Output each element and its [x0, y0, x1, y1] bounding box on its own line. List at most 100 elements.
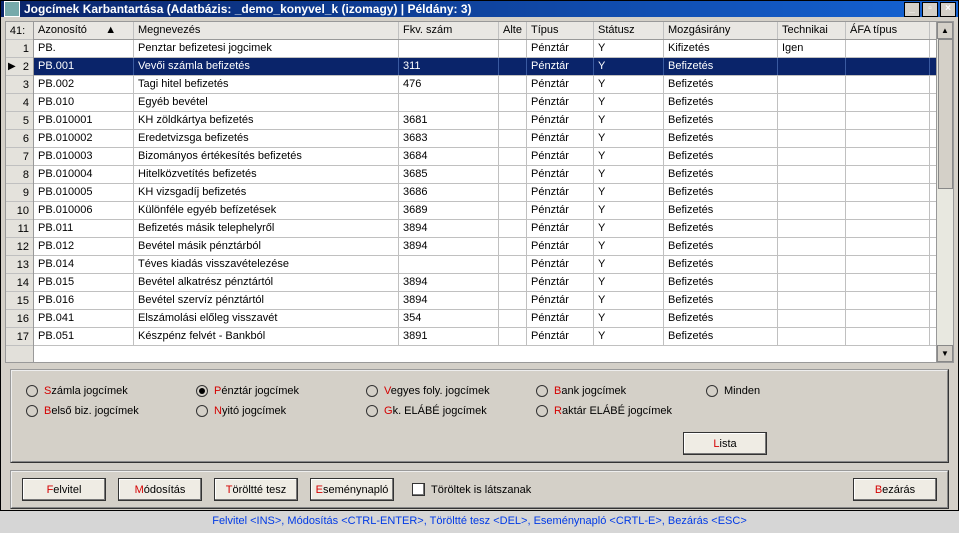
cell[interactable]: [778, 76, 846, 93]
cell[interactable]: KH zöldkártya befizetés: [134, 112, 399, 129]
row-header[interactable]: 13: [6, 256, 33, 274]
cell[interactable]: [778, 112, 846, 129]
cell[interactable]: [778, 166, 846, 183]
col-mozgasirany[interactable]: Mozgásirány: [664, 22, 778, 39]
col-tipus[interactable]: Típus: [527, 22, 594, 39]
table-row[interactable]: PB.010005KH vizsgadíj befizetés3686Pénzt…: [34, 184, 936, 202]
cell[interactable]: [846, 310, 930, 327]
cell[interactable]: 3891: [399, 328, 499, 345]
cell[interactable]: Befizetés: [664, 58, 778, 75]
felvitel-button[interactable]: Felvitel: [22, 478, 106, 501]
cell[interactable]: Bizományos értékesítés befizetés: [134, 148, 399, 165]
cell[interactable]: PB.010004: [34, 166, 134, 183]
cell[interactable]: Y: [594, 94, 664, 111]
cell[interactable]: [778, 274, 846, 291]
cell[interactable]: PB.010006: [34, 202, 134, 219]
cell[interactable]: [499, 94, 527, 111]
cell[interactable]: Y: [594, 148, 664, 165]
col-azonosito[interactable]: Azonosító ▲: [34, 22, 134, 39]
cell[interactable]: Y: [594, 292, 664, 309]
cell[interactable]: [499, 130, 527, 147]
cell[interactable]: Befizetés: [664, 76, 778, 93]
row-header[interactable]: 14: [6, 274, 33, 292]
table-row[interactable]: PB.001Vevői számla befizetés311PénztárYB…: [34, 58, 936, 76]
cell[interactable]: PB.002: [34, 76, 134, 93]
cell[interactable]: [778, 58, 846, 75]
cell[interactable]: Befizetés: [664, 112, 778, 129]
scroll-thumb[interactable]: [938, 39, 953, 189]
cell[interactable]: [846, 58, 930, 75]
cell[interactable]: PB.010005: [34, 184, 134, 201]
cell[interactable]: [499, 202, 527, 219]
cell[interactable]: [499, 256, 527, 273]
cell[interactable]: Bevétel szervíz pénztártól: [134, 292, 399, 309]
cell[interactable]: [846, 76, 930, 93]
cell[interactable]: Befizetés: [664, 274, 778, 291]
cell[interactable]: 3894: [399, 292, 499, 309]
cell[interactable]: [778, 220, 846, 237]
table-row[interactable]: PB.041Elszámolási előleg visszavét354Pén…: [34, 310, 936, 328]
cell[interactable]: [499, 184, 527, 201]
cell[interactable]: Különféle egyéb befízetések: [134, 202, 399, 219]
cell[interactable]: 476: [399, 76, 499, 93]
row-header[interactable]: 1: [6, 40, 33, 58]
cell[interactable]: KH vizsgadíj befizetés: [134, 184, 399, 201]
cell[interactable]: Pénztár: [527, 148, 594, 165]
cell[interactable]: [499, 292, 527, 309]
row-header[interactable]: 10: [6, 202, 33, 220]
row-header[interactable]: 12: [6, 238, 33, 256]
cell[interactable]: Pénztár: [527, 76, 594, 93]
cell[interactable]: Igen: [778, 40, 846, 57]
cell[interactable]: PB.014: [34, 256, 134, 273]
scroll-up-icon[interactable]: ▲: [937, 22, 953, 39]
cell[interactable]: [778, 256, 846, 273]
radio-minden[interactable]: Minden: [706, 381, 796, 401]
row-header[interactable]: 9: [6, 184, 33, 202]
radio-penztar[interactable]: Pénztár jogcímek: [196, 381, 366, 401]
maximize-button[interactable]: ▫: [922, 2, 938, 17]
cell[interactable]: Y: [594, 238, 664, 255]
cell[interactable]: [846, 166, 930, 183]
cell[interactable]: Egyéb bevétel: [134, 94, 399, 111]
cell[interactable]: [778, 328, 846, 345]
cell[interactable]: [778, 238, 846, 255]
cell[interactable]: 354: [399, 310, 499, 327]
cell[interactable]: Bevétel másik pénztárból: [134, 238, 399, 255]
cell[interactable]: Pénztár: [527, 310, 594, 327]
table-row[interactable]: PB.010004Hitelközvetítés befizetés3685Pé…: [34, 166, 936, 184]
cell[interactable]: [499, 220, 527, 237]
cell[interactable]: [778, 148, 846, 165]
cell[interactable]: Pénztár: [527, 256, 594, 273]
table-row[interactable]: PB.Penztar befizetesi jogcimekPénztárYKi…: [34, 40, 936, 58]
radio-gk[interactable]: Gk. ELÁBÉ jogcímek: [366, 401, 536, 421]
cell[interactable]: Pénztár: [527, 220, 594, 237]
cell[interactable]: Készpénz felvét - Bankból: [134, 328, 399, 345]
vertical-scrollbar[interactable]: ▲ ▼: [936, 22, 953, 362]
cell[interactable]: [499, 58, 527, 75]
cell[interactable]: Befizetés: [664, 256, 778, 273]
cell[interactable]: [499, 166, 527, 183]
cell[interactable]: Befizetés: [664, 130, 778, 147]
cell[interactable]: Y: [594, 40, 664, 57]
cell[interactable]: Befizetés: [664, 328, 778, 345]
cell[interactable]: Pénztár: [527, 112, 594, 129]
cell[interactable]: [778, 130, 846, 147]
cell[interactable]: Befizetés: [664, 220, 778, 237]
row-header[interactable]: 3: [6, 76, 33, 94]
row-header[interactable]: 5: [6, 112, 33, 130]
cell[interactable]: Y: [594, 202, 664, 219]
cell[interactable]: Bevétel alkatrész pénztártól: [134, 274, 399, 291]
cell[interactable]: 3689: [399, 202, 499, 219]
cell[interactable]: Pénztár: [527, 184, 594, 201]
cell[interactable]: [778, 184, 846, 201]
cell[interactable]: Y: [594, 130, 664, 147]
cell[interactable]: 3894: [399, 220, 499, 237]
col-afatipus[interactable]: ÁFA típus: [846, 22, 930, 39]
cell[interactable]: Y: [594, 58, 664, 75]
cell[interactable]: [846, 220, 930, 237]
table-row[interactable]: PB.012Bevétel másik pénztárból3894Pénztá…: [34, 238, 936, 256]
radio-nyito[interactable]: Nyitó jogcímek: [196, 401, 366, 421]
cell[interactable]: 3683: [399, 130, 499, 147]
cell[interactable]: [399, 256, 499, 273]
cell[interactable]: PB.011: [34, 220, 134, 237]
